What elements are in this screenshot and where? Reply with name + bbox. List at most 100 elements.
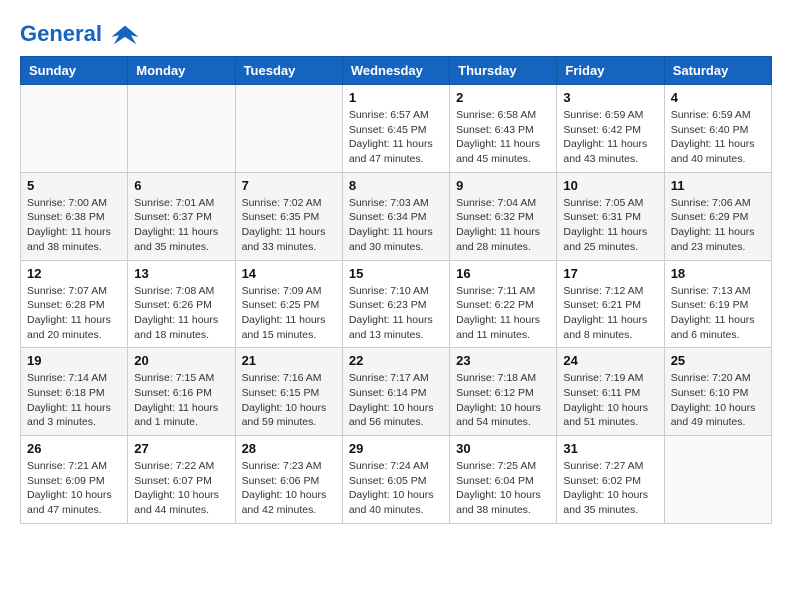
day-info: Sunrise: 7:13 AMSunset: 6:19 PMDaylight:… (671, 284, 765, 343)
day-number: 5 (27, 178, 121, 193)
day-info: Sunrise: 6:59 AMSunset: 6:40 PMDaylight:… (671, 108, 765, 167)
calendar-day-9: 9 Sunrise: 7:04 AMSunset: 6:32 PMDaylight… (450, 172, 557, 260)
weekday-header-sunday: Sunday (21, 57, 128, 85)
day-number: 3 (563, 90, 657, 105)
day-info: Sunrise: 6:59 AMSunset: 6:42 PMDaylight:… (563, 108, 657, 167)
calendar-table: SundayMondayTuesdayWednesdayThursdayFrid… (20, 56, 772, 524)
day-number: 20 (134, 353, 228, 368)
calendar-day-2: 2Sunrise: 6:58 AMSunset: 6:43 PMDaylight… (450, 85, 557, 173)
calendar-empty-cell (21, 85, 128, 173)
calendar-day-22: 22 Sunrise: 7:17 AMSunset: 6:14 PMDayligh… (342, 348, 449, 436)
day-info: Sunrise: 7:22 AMSunset: 6:07 PMDaylight:… (134, 459, 228, 518)
day-info: Sunrise: 7:06 AMSunset: 6:29 PMDaylight:… (671, 196, 765, 255)
calendar-empty-cell (664, 436, 771, 524)
calendar-day-7: 7 Sunrise: 7:02 AMSunset: 6:35 PMDaylight… (235, 172, 342, 260)
calendar-day-25: 25Sunrise: 7:20 AMSunset: 6:10 PMDayligh… (664, 348, 771, 436)
day-number: 31 (563, 441, 657, 456)
calendar-week-row: 26Sunrise: 7:21 AMSunset: 6:09 PMDayligh… (21, 436, 772, 524)
day-info: Sunrise: 7:10 AMSunset: 6:23 PMDaylight:… (349, 284, 443, 343)
day-info: Sunrise: 7:18 AMSunset: 6:12 PMDaylight:… (456, 371, 550, 430)
calendar-day-29: 29 Sunrise: 7:24 AMSunset: 6:05 PMDayligh… (342, 436, 449, 524)
day-number: 17 (563, 266, 657, 281)
day-info: Sunrise: 7:07 AMSunset: 6:28 PMDaylight:… (27, 284, 121, 343)
weekday-header-saturday: Saturday (664, 57, 771, 85)
calendar-day-11: 11 Sunrise: 7:06 AMSunset: 6:29 PMDayligh… (664, 172, 771, 260)
day-info: Sunrise: 7:23 AMSunset: 6:06 PMDaylight:… (242, 459, 336, 518)
day-number: 4 (671, 90, 765, 105)
day-number: 7 (242, 178, 336, 193)
day-number: 21 (242, 353, 336, 368)
day-info: Sunrise: 7:04 AMSunset: 6:32 PMDaylight:… (456, 196, 550, 255)
calendar-day-10: 10 Sunrise: 7:05 AMSunset: 6:31 PMDayligh… (557, 172, 664, 260)
calendar-day-3: 3 Sunrise: 6:59 AMSunset: 6:42 PMDaylight… (557, 85, 664, 173)
day-number: 8 (349, 178, 443, 193)
calendar-day-31: 31 Sunrise: 7:27 AMSunset: 6:02 PMDayligh… (557, 436, 664, 524)
calendar-day-5: 5Sunrise: 7:00 AMSunset: 6:38 PMDaylight… (21, 172, 128, 260)
day-number: 23 (456, 353, 550, 368)
day-number: 24 (563, 353, 657, 368)
day-number: 9 (456, 178, 550, 193)
day-info: Sunrise: 7:05 AMSunset: 6:31 PMDaylight:… (563, 196, 657, 255)
day-info: Sunrise: 7:14 AMSunset: 6:18 PMDaylight:… (27, 371, 121, 430)
calendar-empty-cell (128, 85, 235, 173)
day-info: Sunrise: 7:02 AMSunset: 6:35 PMDaylight:… (242, 196, 336, 255)
day-number: 19 (27, 353, 121, 368)
day-number: 30 (456, 441, 550, 456)
day-number: 14 (242, 266, 336, 281)
calendar-day-12: 12Sunrise: 7:07 AMSunset: 6:28 PMDayligh… (21, 260, 128, 348)
day-number: 16 (456, 266, 550, 281)
day-info: Sunrise: 7:19 AMSunset: 6:11 PMDaylight:… (563, 371, 657, 430)
day-number: 26 (27, 441, 121, 456)
calendar-day-20: 20Sunrise: 7:15 AMSunset: 6:16 PMDayligh… (128, 348, 235, 436)
calendar-day-27: 27 Sunrise: 7:22 AMSunset: 6:07 PMDayligh… (128, 436, 235, 524)
day-number: 6 (134, 178, 228, 193)
calendar-day-28: 28 Sunrise: 7:23 AMSunset: 6:06 PMDayligh… (235, 436, 342, 524)
day-info: Sunrise: 7:11 AMSunset: 6:22 PMDaylight:… (456, 284, 550, 343)
calendar-day-30: 30 Sunrise: 7:25 AMSunset: 6:04 PMDayligh… (450, 436, 557, 524)
day-number: 15 (349, 266, 443, 281)
day-info: Sunrise: 7:08 AMSunset: 6:26 PMDaylight:… (134, 284, 228, 343)
day-info: Sunrise: 7:25 AMSunset: 6:04 PMDaylight:… (456, 459, 550, 518)
calendar-day-19: 19 Sunrise: 7:14 AMSunset: 6:18 PMDayligh… (21, 348, 128, 436)
weekday-header-thursday: Thursday (450, 57, 557, 85)
day-info: Sunrise: 7:17 AMSunset: 6:14 PMDaylight:… (349, 371, 443, 430)
day-number: 10 (563, 178, 657, 193)
calendar-week-row: 12Sunrise: 7:07 AMSunset: 6:28 PMDayligh… (21, 260, 772, 348)
day-info: Sunrise: 7:24 AMSunset: 6:05 PMDaylight:… (349, 459, 443, 518)
logo-general: General (20, 21, 102, 46)
calendar-day-15: 15 Sunrise: 7:10 AMSunset: 6:23 PMDayligh… (342, 260, 449, 348)
logo: General (20, 20, 140, 46)
calendar-header-row: SundayMondayTuesdayWednesdayThursdayFrid… (21, 57, 772, 85)
weekday-header-wednesday: Wednesday (342, 57, 449, 85)
day-info: Sunrise: 7:20 AMSunset: 6:10 PMDaylight:… (671, 371, 765, 430)
day-number: 2 (456, 90, 550, 105)
calendar-day-21: 21 Sunrise: 7:16 AMSunset: 6:15 PMDayligh… (235, 348, 342, 436)
calendar-empty-cell (235, 85, 342, 173)
day-number: 28 (242, 441, 336, 456)
calendar-week-row: 1 Sunrise: 6:57 AMSunset: 6:45 PMDaylight… (21, 85, 772, 173)
day-number: 27 (134, 441, 228, 456)
logo-text: General (20, 20, 140, 50)
page-header: General (20, 20, 772, 46)
day-info: Sunrise: 7:27 AMSunset: 6:02 PMDaylight:… (563, 459, 657, 518)
calendar-day-24: 24 Sunrise: 7:19 AMSunset: 6:11 PMDayligh… (557, 348, 664, 436)
day-number: 13 (134, 266, 228, 281)
day-number: 29 (349, 441, 443, 456)
calendar-day-23: 23 Sunrise: 7:18 AMSunset: 6:12 PMDayligh… (450, 348, 557, 436)
day-number: 1 (349, 90, 443, 105)
day-number: 11 (671, 178, 765, 193)
weekday-header-monday: Monday (128, 57, 235, 85)
day-info: Sunrise: 7:16 AMSunset: 6:15 PMDaylight:… (242, 371, 336, 430)
calendar-day-8: 8Sunrise: 7:03 AMSunset: 6:34 PMDaylight… (342, 172, 449, 260)
calendar-day-13: 13 Sunrise: 7:08 AMSunset: 6:26 PMDayligh… (128, 260, 235, 348)
calendar-day-18: 18 Sunrise: 7:13 AMSunset: 6:19 PMDayligh… (664, 260, 771, 348)
day-info: Sunrise: 7:12 AMSunset: 6:21 PMDaylight:… (563, 284, 657, 343)
calendar-day-1: 1 Sunrise: 6:57 AMSunset: 6:45 PMDaylight… (342, 85, 449, 173)
calendar-day-6: 6Sunrise: 7:01 AMSunset: 6:37 PMDaylight… (128, 172, 235, 260)
calendar-week-row: 19 Sunrise: 7:14 AMSunset: 6:18 PMDayligh… (21, 348, 772, 436)
calendar-day-4: 4 Sunrise: 6:59 AMSunset: 6:40 PMDaylight… (664, 85, 771, 173)
day-info: Sunrise: 6:57 AMSunset: 6:45 PMDaylight:… (349, 108, 443, 167)
calendar-week-row: 5Sunrise: 7:00 AMSunset: 6:38 PMDaylight… (21, 172, 772, 260)
day-number: 22 (349, 353, 443, 368)
day-number: 18 (671, 266, 765, 281)
